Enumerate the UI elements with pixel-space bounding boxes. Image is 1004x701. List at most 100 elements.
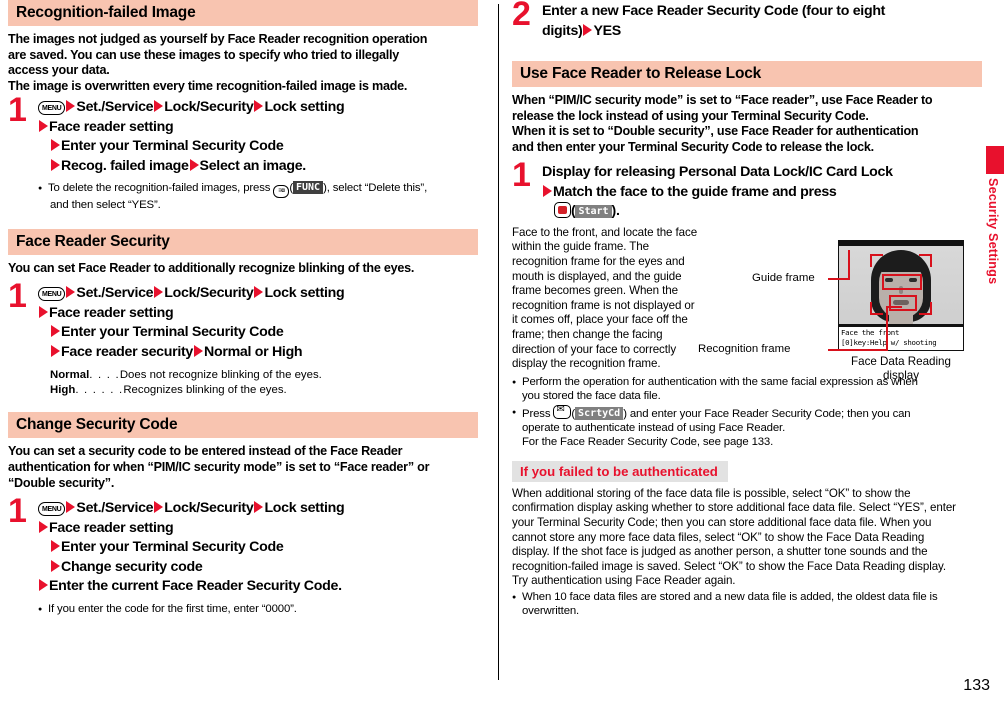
step-line: Enter your Terminal Security Code <box>38 323 478 343</box>
arrow-icon <box>66 501 76 514</box>
section-change-security-code: Change Security Code You can set a secur… <box>8 412 478 617</box>
note-bullets: To delete the recognition-failed images,… <box>38 181 478 212</box>
menu-key-icon[interactable]: MENU <box>38 287 66 302</box>
section-heading: Use Face Reader to Release Lock <box>512 61 982 87</box>
step-line: Face reader security Normal or High <box>38 343 478 363</box>
softkey-start[interactable]: Start <box>575 205 612 219</box>
step-item[interactable]: Set./Service <box>76 500 153 516</box>
camera-preview <box>839 246 963 324</box>
leader-line-guide <box>848 250 850 280</box>
face-neck <box>889 314 913 324</box>
step-number: 1 <box>8 277 27 316</box>
bullet-item: Press (ScrtyCd) and enter your Face Read… <box>512 403 982 450</box>
step-item[interactable]: Set./Service <box>76 285 153 301</box>
note-bullets: If you enter the code for the first time… <box>38 602 478 617</box>
paragraph-line: Try authentication using Face Reader aga… <box>512 574 736 588</box>
note-bullets: When 10 face data files are stored and a… <box>512 590 982 619</box>
leader-line-recognition <box>828 349 888 351</box>
guide-frame-corner <box>870 254 883 267</box>
i-mode-func-key-icon[interactable]: ≡ɑ <box>273 185 290 199</box>
step-item[interactable]: Face reader security <box>61 344 193 360</box>
menu-key-icon[interactable]: MENU <box>38 502 66 517</box>
step-number: 1 <box>8 91 27 130</box>
left-column: Recognition-failed Image The images not … <box>8 0 478 620</box>
step-lines: Display for releasing Personal Data Lock… <box>542 163 982 222</box>
page-number: 133 <box>963 677 990 694</box>
step-item[interactable]: Recog. failed image <box>61 158 189 174</box>
softkey-func[interactable]: FUNC <box>292 181 324 195</box>
step-item[interactable]: Lock/Security <box>164 99 253 115</box>
lead-line: The images not judged as yourself by Fac… <box>8 32 428 46</box>
lead-line: authentication for when “PIM/IC security… <box>8 459 430 474</box>
mail-key-icon[interactable] <box>553 403 572 419</box>
step-item[interactable]: Enter your Terminal Security Code <box>61 539 284 555</box>
step-number: 1 <box>8 492 27 531</box>
step-item[interactable]: Face reader setting <box>49 305 174 321</box>
bullet-text: ), select “Delete this”, <box>323 182 428 195</box>
arrow-icon <box>154 286 164 299</box>
definition-desc: Does not recognize blinking of the eyes. <box>119 369 322 382</box>
paragraph-line: confirmation display asking whether to s… <box>512 501 956 515</box>
step-item[interactable]: Enter your Terminal Security Code <box>61 324 284 340</box>
step-line: Change security code <box>38 558 478 578</box>
step-item[interactable]: Lock/Security <box>164 500 253 516</box>
step-item[interactable]: Face reader setting <box>49 119 174 135</box>
step-line: Face reader setting <box>38 118 478 138</box>
step-number: 1 <box>512 156 531 195</box>
screen-guidance-text: Face the front [0]key:Help w/ shooting <box>839 327 963 350</box>
step-line: MENU Set./Service Lock/Security Lock settin… <box>38 98 478 118</box>
lead-line: The image is overwritten every time reco… <box>8 78 408 93</box>
step-item[interactable]: Normal or High <box>204 344 303 360</box>
paragraph-line: When additional storing of the face data… <box>512 486 911 500</box>
paragraph-line: display the recognition frame. <box>512 357 661 371</box>
step-line: Enter your Terminal Security Code <box>38 137 478 157</box>
leader-line-recognition <box>886 306 902 308</box>
definition-desc: Recognizes blinking of the eyes. <box>123 384 287 397</box>
section-lead: The images not judged as yourself by Fac… <box>8 32 478 94</box>
face-data-reading-figure: Face the front [0]key:Help w/ shooting F… <box>838 240 964 383</box>
paragraph-line: your Terminal Security Code; then you ca… <box>512 516 932 530</box>
step-item[interactable]: Set./Service <box>76 99 153 115</box>
step-item[interactable]: Enter the current Face Reader Security C… <box>49 578 342 594</box>
bullet-text: and then select “YES”. <box>50 199 161 212</box>
arrow-icon <box>51 540 60 553</box>
paragraph-line: mouth is displayed, and the guide <box>512 269 682 283</box>
step-line: Match the face to the guide frame and pr… <box>542 183 982 203</box>
step-item[interactable]: Enter your Terminal Security Code <box>61 138 284 154</box>
section-heading: Recognition-failed Image <box>8 0 478 26</box>
side-tab-block <box>986 146 1004 174</box>
note-bullets: Perform the operation for authentication… <box>512 375 982 450</box>
lead-line: release the lock instead of using your T… <box>512 108 869 123</box>
step-item[interactable]: Select an image. <box>200 158 307 174</box>
step-item[interactable]: Lock setting <box>264 99 344 115</box>
center-key-icon[interactable] <box>554 202 571 219</box>
step-line: MENU Set./Service Lock/Security Lock settin… <box>38 284 478 304</box>
recognition-frame-eyes <box>882 274 922 290</box>
step-item[interactable]: Lock setting <box>264 500 344 516</box>
side-tab-label: Security Settings <box>986 178 1000 285</box>
definition-item: High. . . . . .Recognizes blinking of th… <box>50 383 478 398</box>
menu-key-icon[interactable]: MENU <box>38 101 66 116</box>
softkey-scrtycd[interactable]: ScrtyCd <box>575 406 624 420</box>
subsection-paragraph: When additional storing of the face data… <box>512 487 982 589</box>
section-lead: You can set Face Reader to additionally … <box>8 260 415 275</box>
definition-item: Normal. . . .Does not recognize blinking… <box>50 368 478 383</box>
step-lines: Enter a new Face Reader Security Code (f… <box>542 2 982 41</box>
step-item[interactable]: YES <box>593 23 621 39</box>
arrow-icon <box>51 139 60 152</box>
step-item[interactable]: Lock/Security <box>164 285 253 301</box>
arrow-icon <box>154 501 164 514</box>
arrow-icon <box>189 158 199 171</box>
step-item: ). <box>611 203 620 220</box>
paragraph-line: Face to the front, and locate the face <box>512 225 698 239</box>
arrow-icon <box>39 305 48 318</box>
step-block: 1 Display for releasing Personal Data Lo… <box>512 158 982 222</box>
paragraph-line: within the guide frame. The <box>512 240 649 254</box>
step-item[interactable]: Lock setting <box>264 285 344 301</box>
arrow-icon <box>543 184 552 197</box>
step-lines: MENU Set./Service Lock/Security Lock settin… <box>38 499 478 597</box>
step-item[interactable]: Change security code <box>61 559 203 575</box>
step-item[interactable]: Face reader setting <box>49 520 174 536</box>
definition-list: Normal. . . .Does not recognize blinking… <box>50 368 478 398</box>
step-block: 1 MENU Set./Service Lock/Security Lock sett… <box>8 279 478 398</box>
